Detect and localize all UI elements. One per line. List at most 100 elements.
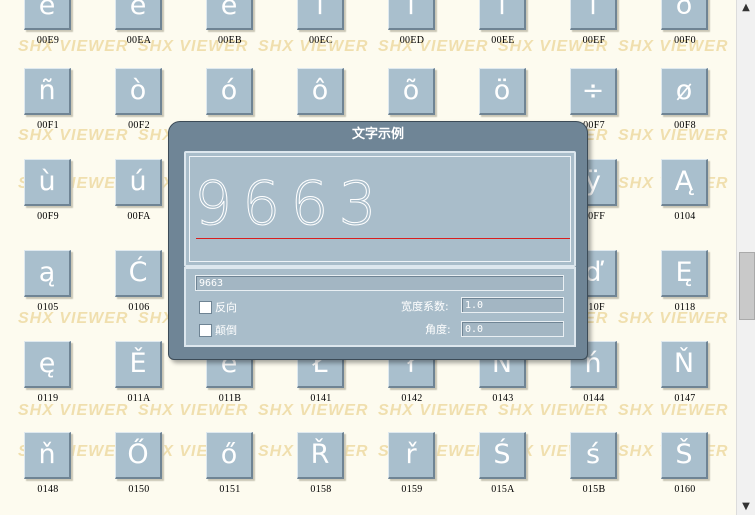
glyph-tile[interactable]: ï [570,0,617,30]
glyph-code: 00FA [127,211,151,222]
glyph-tile[interactable]: ñ [24,68,71,115]
glyph-tile[interactable]: ê [115,0,162,30]
glyph-code: 0151 [219,484,241,495]
glyph-cell[interactable]: ę 0119 [24,341,96,421]
angle-label: 角度: [425,323,451,336]
glyph-tile[interactable]: ø [661,68,708,115]
glyph-cell[interactable]: î 00EE [479,0,551,63]
glyph-tile[interactable]: ú [115,159,162,206]
glyph-code: 0141 [310,393,332,404]
glyph-cell[interactable]: ą 0105 [24,250,96,330]
glyph-cell[interactable]: Ś 015A [479,432,551,512]
glyph-code: 0160 [674,484,696,495]
glyph-code: 00EE [491,35,515,46]
glyph-tile[interactable]: Ő [115,432,162,479]
glyph-cell[interactable]: ś 015B [570,432,642,512]
glyph-code: 0105 [37,302,59,313]
glyph-tile[interactable]: Ę [661,250,708,297]
glyph-code: 00ED [399,35,425,46]
glyph-tile[interactable]: ë [206,0,253,30]
glyph-code: 011A [127,393,151,404]
glyph-code: 011B [218,393,242,404]
width-factor-input[interactable]: 1.0 [461,297,564,313]
glyph-code: 0150 [128,484,150,495]
sample-text-input[interactable]: 9663 [195,275,564,291]
glyph-cell[interactable]: ï 00EF [570,0,642,63]
glyph-tile[interactable]: Ř [297,432,344,479]
glyph-tile[interactable]: õ [388,68,435,115]
glyph-tile[interactable]: ř [388,432,435,479]
glyph-cell[interactable]: ù 00F9 [24,159,96,239]
glyph-cell[interactable]: Ő 0150 [115,432,187,512]
dialog-title: 文字示例 [351,127,404,142]
glyph-cell[interactable]: ň 0148 [24,432,96,512]
baseline-line [196,238,570,239]
scroll-thumb[interactable] [739,252,755,320]
glyph-tile[interactable]: ň [24,432,71,479]
glyph-tile[interactable]: î [479,0,526,30]
text-sample-dialog: 文字示例 9663 9663 反向 颠倒 宽度系数: 1.0 角度: 0.0 [168,121,588,360]
glyph-cell[interactable]: Ą 0104 [661,159,733,239]
glyph-cell[interactable]: Ę 0118 [661,250,733,330]
glyph-code: 015A [491,484,515,495]
glyph-tile[interactable]: ö [479,68,526,115]
glyph-code: 00F1 [37,120,59,131]
glyph-tile[interactable]: Ą [661,159,708,206]
glyph-code: 0158 [310,484,332,495]
glyph-tile[interactable]: ś [570,432,617,479]
glyph-code: 0159 [401,484,423,495]
glyph-code: 00F0 [674,35,696,46]
glyph-cell[interactable]: ø 00F8 [661,68,733,148]
glyph-tile[interactable]: ő [206,432,253,479]
glyph-tile[interactable]: é [24,0,71,30]
glyph-tile[interactable]: ą [24,250,71,297]
preview-text: 9663 [194,169,387,240]
glyph-cell[interactable]: Ň 0147 [661,341,733,421]
glyph-cell[interactable]: ë 00EB [206,0,278,63]
glyph-cell[interactable]: é 00E9 [24,0,96,63]
glyph-cell[interactable]: ő 0151 [206,432,278,512]
glyph-code: 00F8 [674,120,696,131]
glyph-tile[interactable]: Ś [479,432,526,479]
reverse-checkbox[interactable] [199,301,212,314]
glyph-tile[interactable]: Š [661,432,708,479]
glyph-code: 00F2 [128,120,150,131]
angle-input[interactable]: 0.0 [461,321,564,337]
glyph-code: 0106 [128,302,150,313]
glyph-tile[interactable]: í [388,0,435,30]
glyph-cell[interactable]: ð 00F0 [661,0,733,63]
glyph-tile[interactable]: ò [115,68,162,115]
glyph-tile[interactable]: ô [297,68,344,115]
glyph-cell[interactable]: í 00ED [388,0,460,63]
glyph-tile[interactable]: Ć [115,250,162,297]
glyph-tile[interactable]: ì [297,0,344,30]
glyph-tile[interactable]: ę [24,341,71,388]
scroll-up-arrow-icon[interactable]: ▲ [737,0,755,16]
glyph-code: 015B [582,484,606,495]
glyph-code: 00EA [126,35,152,46]
glyph-code: 0144 [583,393,605,404]
glyph-tile[interactable]: ÷ [570,68,617,115]
glyph-cell[interactable]: ì 00EC [297,0,369,63]
glyph-code: 00EF [582,35,606,46]
glyph-cell[interactable]: ñ 00F1 [24,68,96,148]
glyph-code: 00E9 [36,35,60,46]
glyph-tile[interactable]: ù [24,159,71,206]
glyph-code: 00EB [218,35,242,46]
glyph-code: 0142 [401,393,423,404]
glyph-code: 0118 [674,302,696,313]
upside-down-checkbox[interactable] [199,324,212,337]
glyph-code: 00EC [309,35,333,46]
glyph-cell[interactable]: Ř 0158 [297,432,369,512]
glyph-cell[interactable]: ê 00EA [115,0,187,63]
reverse-label: 反向 [215,301,237,314]
scroll-down-arrow-icon[interactable]: ▼ [737,499,755,515]
vertical-scrollbar[interactable]: ▲ ▼ [736,0,755,515]
glyph-cell[interactable]: Š 0160 [661,432,733,512]
glyph-tile[interactable]: Ě [115,341,162,388]
glyph-tile[interactable]: Ň [661,341,708,388]
glyph-cell[interactable]: ř 0159 [388,432,460,512]
glyph-tile[interactable]: ó [206,68,253,115]
preview-frame: 9663 [189,156,571,262]
glyph-tile[interactable]: ð [661,0,708,30]
